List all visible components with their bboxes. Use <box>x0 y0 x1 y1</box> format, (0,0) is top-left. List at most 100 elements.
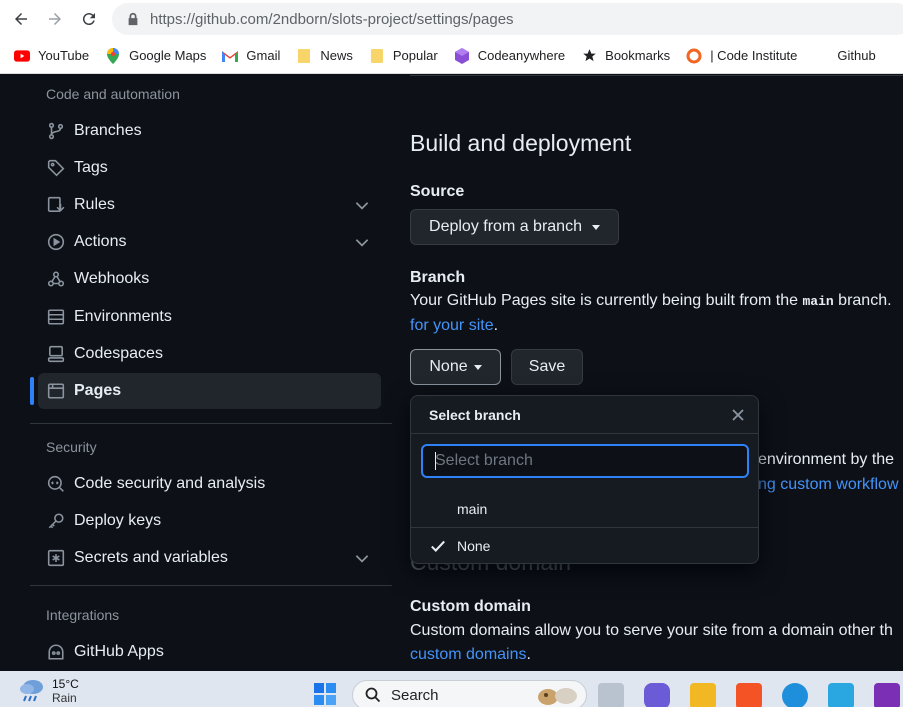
maps-pin-icon <box>105 47 121 64</box>
bookmark-label: Gmail <box>246 48 281 63</box>
sidebar-item-deploy-keys[interactable]: Deploy keys <box>38 503 381 539</box>
save-button-label: Save <box>528 358 566 375</box>
file-explorer-icon[interactable] <box>690 683 716 707</box>
sidebar-item-environments[interactable]: Environments <box>38 299 381 335</box>
sidebar-item-label: Code security and analysis <box>74 475 266 492</box>
bookmark-google-maps[interactable]: Google Maps <box>105 47 207 64</box>
caret-down-icon <box>473 364 482 370</box>
sidebar-item-label: Codespaces <box>74 345 163 362</box>
text-cursor <box>435 452 436 470</box>
chevron-down-icon[interactable] <box>353 549 371 567</box>
codescan-icon <box>46 474 66 494</box>
server-icon <box>46 307 66 327</box>
custom-domains-link[interactable]: custom domains <box>410 646 527 663</box>
sidebar-item-label: Webhooks <box>74 270 150 287</box>
myhp-icon[interactable] <box>828 683 854 707</box>
branch-text-after: branch. <box>833 292 892 309</box>
bookmark-codeanywhere[interactable]: Codeanywhere <box>454 47 565 64</box>
apps-icon <box>46 642 66 662</box>
bookmark-popular[interactable]: Popular <box>369 48 438 64</box>
branch-search-field[interactable] <box>421 444 749 478</box>
bookmark-github[interactable]: Github <box>837 48 875 63</box>
custom-domain-link-line: custom domains. <box>410 646 531 664</box>
edge-icon[interactable] <box>782 683 808 707</box>
arrow-right-icon <box>49 13 61 25</box>
divider <box>30 585 392 586</box>
address-bar[interactable]: https://github.com/2ndborn/slots-project… <box>112 3 903 35</box>
close-icon[interactable] <box>728 405 748 425</box>
caret-down-icon <box>591 224 600 230</box>
sidebar-item-label: Actions <box>74 233 127 250</box>
divider <box>410 75 903 76</box>
custom-domain-description: Custom domains allow you to serve your s… <box>410 622 893 639</box>
sidebar-item-secrets[interactable]: Secrets and variables <box>38 540 381 576</box>
windows-taskbar: 15°C Rain Search <box>0 671 903 707</box>
onenote-icon[interactable] <box>874 683 900 707</box>
bookmark-gmail[interactable]: Gmail <box>222 48 280 64</box>
folder-icon <box>296 48 312 64</box>
bookmark-label: Github <box>837 48 876 63</box>
source-dropdown-button[interactable]: Deploy from a branch <box>410 209 619 245</box>
branch-option-main[interactable]: main <box>411 490 758 527</box>
teams-icon[interactable] <box>644 683 670 707</box>
sidebar-item-label: Deploy keys <box>74 512 162 529</box>
branch-select-label: None <box>429 358 468 375</box>
sidebar-item-tags[interactable]: Tags <box>38 150 381 186</box>
sidebar-item-codespaces[interactable]: Codespaces <box>38 336 381 372</box>
branch-search-input[interactable] <box>423 446 747 476</box>
search-label: Search <box>391 686 439 704</box>
chevron-down-icon[interactable] <box>353 196 371 214</box>
forward-button[interactable] <box>38 0 72 38</box>
browser-toolbar: https://github.com/2ndborn/slots-project… <box>0 0 903 38</box>
section-title-security: Security <box>46 439 97 455</box>
bookmark-news[interactable]: News <box>296 48 353 64</box>
branch-option-none[interactable]: None <box>411 527 758 563</box>
bookmark-label: Bookmarks <box>605 48 671 63</box>
sidebar-item-code-security[interactable]: Code security and analysis <box>38 466 381 502</box>
star-icon <box>581 48 597 64</box>
chevron-down-icon[interactable] <box>353 233 371 251</box>
play-icon <box>46 232 66 252</box>
sidebar-item-actions[interactable]: Actions <box>38 224 381 260</box>
bookmark-bookmarks[interactable]: Bookmarks <box>581 48 670 64</box>
back-button[interactable] <box>4 0 38 38</box>
weather-widget[interactable]: 15°C Rain <box>18 677 79 705</box>
sidebar-item-rules[interactable]: Rules <box>38 187 381 223</box>
bookmark-code-institute[interactable]: | Code Institute <box>686 48 797 64</box>
reload-icon <box>82 13 95 26</box>
dropdown-header: Select branch <box>411 396 758 434</box>
taskbar-search[interactable]: Search <box>352 680 587 707</box>
branch-link-line: for your site. <box>410 317 498 335</box>
sidebar-item-webhooks[interactable]: Webhooks <box>38 261 381 297</box>
bookmark-youtube[interactable]: YouTube <box>14 48 89 64</box>
branch-link[interactable]: for your site <box>410 317 494 334</box>
search-icon <box>365 687 381 703</box>
task-view-icon[interactable] <box>598 683 624 707</box>
lock-icon <box>128 12 138 26</box>
check-icon <box>431 540 445 552</box>
reload-button[interactable] <box>72 0 106 38</box>
codespaces-icon <box>46 344 66 364</box>
source-label: Source <box>410 183 465 200</box>
key-icon <box>46 511 66 531</box>
obscured-link[interactable]: ng custom workflow <box>758 476 899 494</box>
save-button[interactable]: Save <box>511 349 583 385</box>
bookmarks-bar: YouTube Google Maps Gmail News Popular C… <box>0 38 903 74</box>
rules-icon <box>46 195 66 215</box>
gmail-icon <box>222 48 239 64</box>
settings-sidebar: Code and automation Branches Tags Rules … <box>0 75 392 671</box>
store-icon[interactable] <box>736 683 762 707</box>
custom-domain-label: Custom domain <box>410 598 531 615</box>
branch-option-label: main <box>457 500 488 517</box>
select-branch-dropdown: Select branch main None <box>410 395 759 564</box>
windows-start-icon[interactable] <box>313 682 337 706</box>
bookmark-label: YouTube <box>38 48 90 63</box>
branch-code: main <box>802 294 834 309</box>
sidebar-item-github-apps[interactable]: GitHub Apps <box>38 634 381 670</box>
arrow-left-icon <box>15 13 27 25</box>
sidebar-item-branches[interactable]: Branches <box>38 113 381 149</box>
branch-select-button[interactable]: None <box>410 349 501 385</box>
bookmark-label: Google Maps <box>129 48 207 63</box>
custom-domain-after: . <box>526 646 531 663</box>
sidebar-item-pages[interactable]: Pages <box>38 373 381 409</box>
